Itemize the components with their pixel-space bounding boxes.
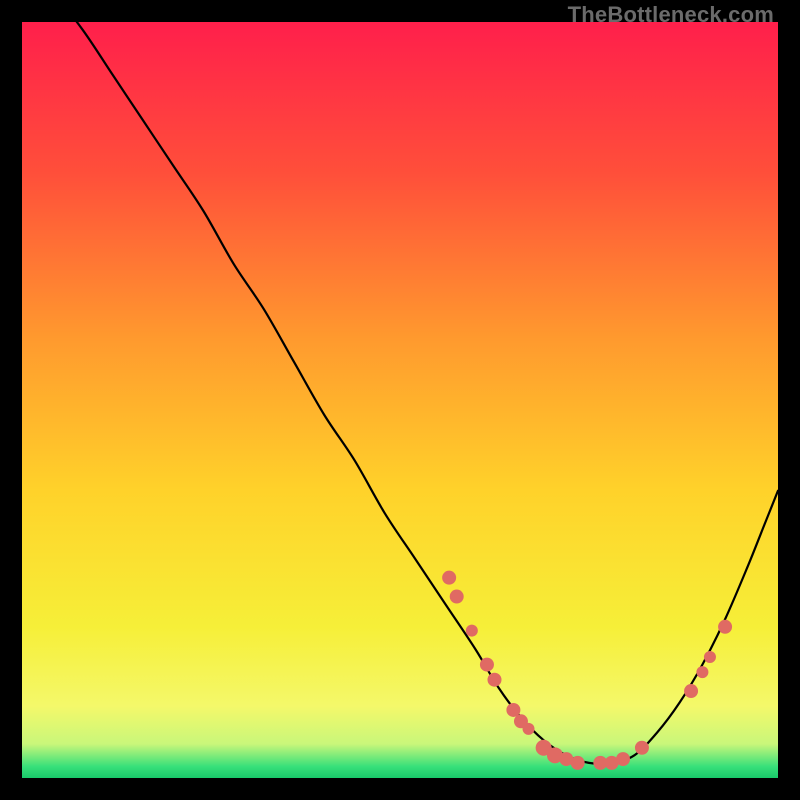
data-marker — [684, 684, 698, 698]
data-marker — [696, 666, 708, 678]
data-marker — [704, 651, 716, 663]
data-marker — [523, 723, 535, 735]
data-marker — [571, 756, 585, 770]
data-marker — [635, 741, 649, 755]
data-marker — [616, 752, 630, 766]
data-marker — [718, 620, 732, 634]
chart-frame — [22, 22, 778, 778]
data-marker — [450, 590, 464, 604]
data-marker — [480, 658, 494, 672]
data-marker — [442, 571, 456, 585]
watermark-text: TheBottleneck.com — [568, 2, 774, 28]
data-marker — [488, 673, 502, 687]
gradient-background — [22, 22, 778, 778]
bottleneck-chart — [22, 22, 778, 778]
data-marker — [466, 625, 478, 637]
